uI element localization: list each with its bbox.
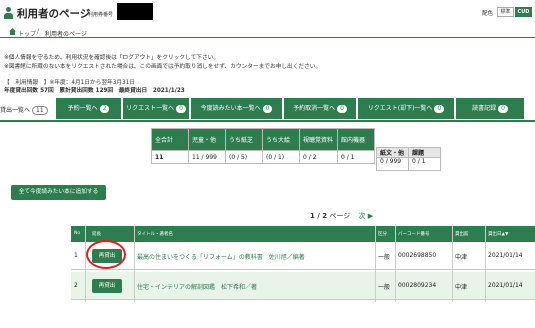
summary-header: うち紙芝 (225, 128, 263, 151)
tab-cancelled-count: 0 (337, 105, 347, 113)
usage-info-counts: 年度貸出回数 57回 累計貸出回数 129回 最終貸出日 2021/1/23 (4, 88, 185, 94)
add-all-to-want-list-button[interactable]: 全て今度読みたい本に追加する (11, 185, 106, 200)
col-header-title: タイトル・著者名 (137, 232, 173, 237)
summary-value: 0 / 1 (337, 150, 375, 164)
header: 利用者のページ 利用券番号 配色 標準 CUD (0, 0, 535, 24)
page-title: 利用者のページ (17, 8, 91, 20)
column-divider (452, 226, 453, 302)
summary-value: 0 / 2 (299, 150, 338, 164)
color-cud-button[interactable]: CUD (515, 7, 532, 17)
column-divider (485, 226, 486, 302)
color-standard-button[interactable]: 標準 (497, 7, 514, 17)
page-indicator: 1 / 2 (310, 212, 328, 220)
col-header-kubun: 区分 (378, 232, 387, 237)
loan-summary-table: 全合計 児童・他 うち紙芝 うち大絵 視聴覚資料 館内機器 11 11 / 99… (151, 128, 375, 164)
summary2-header: 紙文・他 (376, 147, 409, 158)
breadcrumb: トップ / 利用者のページ (0, 26, 535, 38)
breadcrumb-separator: / (37, 28, 40, 35)
tab-requests-count: 0 (176, 105, 186, 113)
library: 中津 (455, 284, 468, 291)
col-header-library[interactable]: 貸出館 (455, 231, 469, 237)
summary-header: 視聴覚資料 (299, 128, 338, 151)
tab-cancelled-label: 予約取消一覧へ (293, 105, 336, 112)
next-page-link[interactable]: 次 ▶ (359, 212, 374, 220)
renew-button[interactable]: 再貸出 (92, 279, 122, 293)
tab-reading-record[interactable]: 読書記録 0 (456, 98, 524, 119)
col-header-extend: 延長 (92, 232, 101, 237)
tab-reading-record-count: 0 (498, 105, 508, 113)
tab-requests[interactable]: リクエスト一覧へ 0 (123, 98, 189, 119)
book-title-link[interactable]: 住宅・インテリアの解剖図鑑 松下希和／著 (137, 282, 257, 291)
kubun: 一般 (378, 284, 391, 291)
loan-summary-table-2: 紙文・他 課題 0 / 999 0 / 1 (376, 147, 441, 171)
column-divider (375, 226, 376, 302)
notice-request: ※図書館に所蔵のない本をリクエストされた場合は、この画面では予約取り消しをせず、… (4, 64, 322, 70)
summary2-value: 0 / 1 (408, 157, 441, 171)
summary-header: 児童・他 (188, 128, 226, 151)
summary2-value: 0 / 999 (376, 157, 409, 171)
tab-rejected-label: リクエスト(却下)一覧へ (367, 105, 433, 112)
color-scheme-label: 配色 (482, 11, 494, 17)
highlight-circle (86, 240, 126, 269)
tab-underline (0, 120, 535, 122)
tab-bar: 貸出一覧へ 11 予約一覧へ 2 リクエスト一覧へ 0 今度読みたい本一覧へ 0 予約取… (0, 98, 535, 120)
tab-requests-label: リクエスト一覧へ (126, 105, 175, 112)
summary-header: うち大絵 (262, 128, 300, 151)
book-title-link[interactable]: 最高の住まいをつくる「リフォーム」の教科書 佐川旭／編著 (137, 252, 305, 261)
col-header-barcode: バーコード番号 (398, 232, 430, 237)
breadcrumb-current: 利用者のページ (45, 31, 87, 38)
tab-loans-count: 11 (32, 106, 48, 115)
tab-reservations-label: 予約一覧へ (67, 105, 98, 112)
col-header-date[interactable]: 貸出日▲▼ (488, 231, 508, 237)
summary-header: 全合計 (151, 128, 189, 151)
tab-rejected-requests[interactable]: リクエスト(却下)一覧へ 0 (358, 98, 454, 119)
tab-reservations[interactable]: 予約一覧へ 2 (56, 98, 121, 119)
tab-want-to-read-count: 0 (262, 105, 273, 113)
tab-want-to-read[interactable]: 今度読みたい本一覧へ 0 (191, 98, 282, 119)
summary2-header: 課題 (408, 147, 441, 158)
tab-want-to-read-label: 今度読みたい本一覧へ (200, 105, 261, 112)
summary-value: 11 / 999 (188, 150, 226, 164)
column-divider (134, 226, 135, 302)
library: 中津 (455, 254, 468, 261)
row-number: 2 (74, 282, 78, 289)
tab-rejected-count: 0 (434, 105, 445, 113)
summary-header: 館内機器 (337, 128, 375, 151)
tab-loans-label: 貸出一覧へ (0, 107, 31, 114)
summary-value: (0 / 5) (225, 150, 263, 164)
kubun: 一般 (378, 254, 391, 261)
column-divider (395, 226, 396, 302)
tab-reservations-count: 2 (99, 105, 110, 113)
table-row: 2 再貸出 住宅・インテリアの解剖図鑑 松下希和／著 一般 0002809234… (71, 272, 535, 300)
barcode: 0002809234 (398, 282, 437, 289)
column-divider (85, 226, 86, 302)
tab-loans[interactable]: 貸出一覧へ 11 (0, 105, 48, 115)
col-header-no: No (74, 231, 81, 236)
loan-list-header: No 延長 タイトル・著者名 区分 バーコード番号 貸出館 貸出日▲▼ (71, 226, 535, 242)
card-number-label: 利用券番号 (88, 12, 114, 18)
loan-date: 2021/01/14 (488, 282, 523, 289)
loan-date: 2021/01/14 (488, 252, 523, 259)
barcode: 0002698850 (398, 252, 437, 259)
tab-cancelled-reservations[interactable]: 予約取消一覧へ 0 (284, 98, 356, 119)
notice-logout: ※個人情報を守るため、利用状況を確認後は「ログアウト」をクリックして下さい。 (4, 55, 220, 61)
table-row: 1 再貸出 最高の住まいをつくる「リフォーム」の教科書 佐川旭／編著 一般 00… (71, 242, 535, 270)
page-unit: ページ (329, 212, 351, 220)
home-icon (9, 28, 16, 35)
row-number: 1 (74, 252, 78, 259)
user-icon (4, 7, 13, 19)
tab-reading-record-label: 読書記録 (472, 105, 497, 112)
summary-value: (0 / 1) (262, 150, 300, 164)
breadcrumb-home-link[interactable]: トップ (18, 29, 36, 38)
redacted-card-number (117, 3, 153, 20)
pagination: 1 / 2 ページ 次 ▶ (310, 211, 373, 221)
summary-value: 11 (151, 150, 189, 164)
